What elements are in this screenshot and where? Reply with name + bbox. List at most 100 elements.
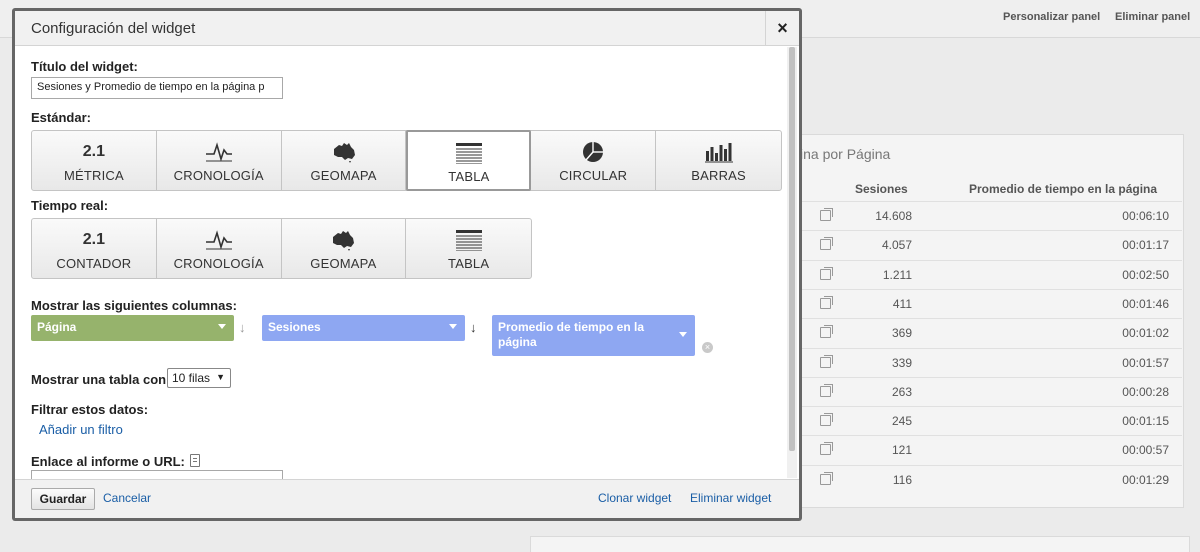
avg-time-column-header: Promedio de tiempo en la página bbox=[969, 182, 1158, 196]
dialog-footer: Guardar Cancelar Clonar widget Eliminar … bbox=[15, 479, 799, 518]
sessions-cell: 339 bbox=[891, 355, 912, 370]
table-row: 369 00:01:02 bbox=[800, 318, 1182, 347]
standard-option-geomapa[interactable]: GEOMAPA bbox=[282, 131, 407, 190]
filter-label: Filtrar estos datos: bbox=[31, 402, 149, 417]
sessions-cell: 245 bbox=[891, 414, 912, 429]
table-widget-title: ina por Página bbox=[800, 146, 891, 162]
chevron-down-icon bbox=[218, 324, 226, 329]
metric-number-icon: 2.1 bbox=[82, 231, 105, 248]
external-link-icon[interactable] bbox=[820, 208, 833, 221]
viz-option-label: CONTADOR bbox=[56, 256, 132, 271]
widget-settings-dialog: Configuración del widget × Título del wi… bbox=[15, 11, 799, 518]
avg-time-cell: 00:02:50 bbox=[1122, 267, 1169, 282]
external-link-icon[interactable] bbox=[820, 383, 833, 397]
clone-widget-link[interactable]: Clonar widget bbox=[598, 491, 671, 505]
viz-option-label: GEOMAPA bbox=[310, 168, 377, 183]
external-link-icon[interactable] bbox=[820, 325, 833, 339]
table-row: 121 00:00:57 bbox=[800, 435, 1182, 464]
customize-dashboard-link[interactable]: Personalizar panel bbox=[1003, 11, 1100, 23]
table-row: 339 00:01:57 bbox=[800, 347, 1182, 377]
add-filter-link[interactable]: Añadir un filtro bbox=[39, 422, 123, 437]
sort-arrow-icon[interactable]: ↓ bbox=[470, 320, 477, 335]
viz-option-label: MÉTRICA bbox=[63, 168, 124, 183]
avg-time-cell: 00:01:46 bbox=[1122, 296, 1169, 311]
metric-number-icon: 2.1 bbox=[82, 143, 106, 160]
avg-time-cell: 00:01:15 bbox=[1122, 414, 1169, 429]
table-row: 411 00:01:46 bbox=[800, 288, 1182, 318]
sessions-cell: 411 bbox=[892, 296, 912, 311]
viz-option-label: GEOMAPA bbox=[310, 256, 377, 271]
realtime-option-tabla[interactable]: TABLA bbox=[406, 219, 531, 278]
close-button[interactable]: × bbox=[765, 11, 799, 46]
column-select-label: Promedio de tiempo en la página bbox=[498, 320, 645, 349]
standard-label: Estándar: bbox=[31, 110, 91, 125]
table-icon bbox=[406, 228, 531, 252]
australia-map-icon bbox=[282, 228, 406, 252]
timeline-icon bbox=[157, 140, 281, 164]
table-row: 4.057 00:01:17 bbox=[800, 230, 1182, 259]
avg-time-cell: 00:01:17 bbox=[1122, 238, 1169, 253]
realtime-option-geomapa[interactable]: GEOMAPA bbox=[282, 219, 407, 278]
avg-time-cell: 00:06:10 bbox=[1122, 209, 1169, 223]
external-link-icon[interactable] bbox=[820, 354, 833, 368]
external-link-icon[interactable] bbox=[820, 442, 833, 456]
dialog-header: Configuración del widget × bbox=[15, 11, 799, 46]
table-row: 245 00:01:15 bbox=[800, 406, 1182, 435]
standard-option-métrica[interactable]: 2.1 MÉTRICA bbox=[32, 131, 157, 190]
dialog-title: Configuración del widget bbox=[31, 20, 196, 37]
sessions-cell: 14.608 bbox=[875, 209, 912, 223]
external-link-icon[interactable] bbox=[820, 413, 833, 427]
scrollbar-thumb[interactable] bbox=[789, 47, 795, 451]
external-link-icon[interactable] bbox=[820, 295, 833, 309]
remove-column-icon[interactable]: × bbox=[702, 342, 713, 353]
table-row: 263 00:00:28 bbox=[800, 376, 1182, 406]
sessions-cell: 263 bbox=[891, 384, 912, 399]
viz-option-label: CRONOLOGÍA bbox=[173, 256, 264, 271]
column-select-pagina[interactable]: Página bbox=[31, 315, 234, 341]
avg-time-cell: 00:00:57 bbox=[1122, 443, 1169, 458]
avg-time-cell: 00:00:28 bbox=[1122, 384, 1169, 399]
realtime-option-contador[interactable]: 2.1 CONTADOR bbox=[32, 219, 157, 278]
realtime-option-cronología[interactable]: CRONOLOGÍA bbox=[157, 219, 282, 278]
column-select-sesiones[interactable]: Sesiones bbox=[262, 315, 465, 341]
standard-viz-options: 2.1 MÉTRICA CRONOLOGÍA GEOMAPA TABLA CIRCULAR… bbox=[31, 130, 782, 191]
viz-option-label: CRONOLOGÍA bbox=[173, 168, 264, 183]
pie-icon bbox=[531, 140, 655, 164]
sessions-cell: 116 bbox=[892, 472, 912, 487]
australia-map-icon bbox=[282, 140, 406, 164]
cancel-link[interactable]: Cancelar bbox=[103, 491, 151, 505]
clipboard-icon[interactable] bbox=[190, 454, 200, 467]
external-link-icon[interactable] bbox=[820, 471, 833, 485]
standard-option-barras[interactable]: BARRAS bbox=[656, 131, 781, 190]
avg-time-cell: 00:01:57 bbox=[1122, 355, 1169, 370]
column-select-promedio[interactable]: Promedio de tiempo en la página bbox=[492, 315, 695, 356]
rows-count-value: 10 filas bbox=[172, 371, 211, 385]
rows-count-select[interactable]: 10 filas ▼ bbox=[167, 368, 231, 388]
realtime-label: Tiempo real: bbox=[31, 198, 109, 213]
viz-option-label: TABLA bbox=[448, 256, 490, 271]
next-widget-card bbox=[530, 536, 1190, 552]
rows-label: Mostrar una tabla con bbox=[31, 372, 167, 387]
chevron-down-icon bbox=[679, 332, 687, 337]
save-button[interactable]: Guardar bbox=[31, 488, 95, 510]
external-link-icon[interactable] bbox=[820, 266, 833, 280]
standard-option-cronología[interactable]: CRONOLOGÍA bbox=[157, 131, 282, 190]
column-select-label: Sesiones bbox=[268, 320, 321, 334]
avg-time-cell: 00:01:02 bbox=[1122, 326, 1169, 341]
sort-arrow-icon[interactable]: ↓ bbox=[239, 320, 246, 335]
sessions-cell: 369 bbox=[891, 326, 912, 341]
report-link-label: Enlace al informe o URL: bbox=[31, 454, 185, 469]
realtime-viz-options: 2.1 CONTADOR CRONOLOGÍA GEOMAPA TABLA bbox=[31, 218, 532, 279]
widget-title-label: Título del widget: bbox=[31, 59, 138, 74]
delete-dashboard-link[interactable]: Eliminar panel bbox=[1115, 11, 1190, 23]
widget-title-input[interactable]: Sesiones y Promedio de tiempo en la pági… bbox=[31, 77, 283, 99]
timeline-icon bbox=[157, 228, 281, 252]
sessions-cell: 121 bbox=[891, 443, 912, 458]
table-row: 14.608 00:06:10 bbox=[800, 201, 1182, 230]
standard-option-tabla[interactable]: TABLA bbox=[406, 130, 532, 191]
table-row: 116 00:01:29 bbox=[800, 464, 1182, 494]
delete-widget-link[interactable]: Eliminar widget bbox=[690, 491, 771, 505]
external-link-icon[interactable] bbox=[820, 237, 833, 251]
standard-option-circular[interactable]: CIRCULAR bbox=[531, 131, 657, 190]
sessions-cell: 1.211 bbox=[882, 267, 912, 282]
